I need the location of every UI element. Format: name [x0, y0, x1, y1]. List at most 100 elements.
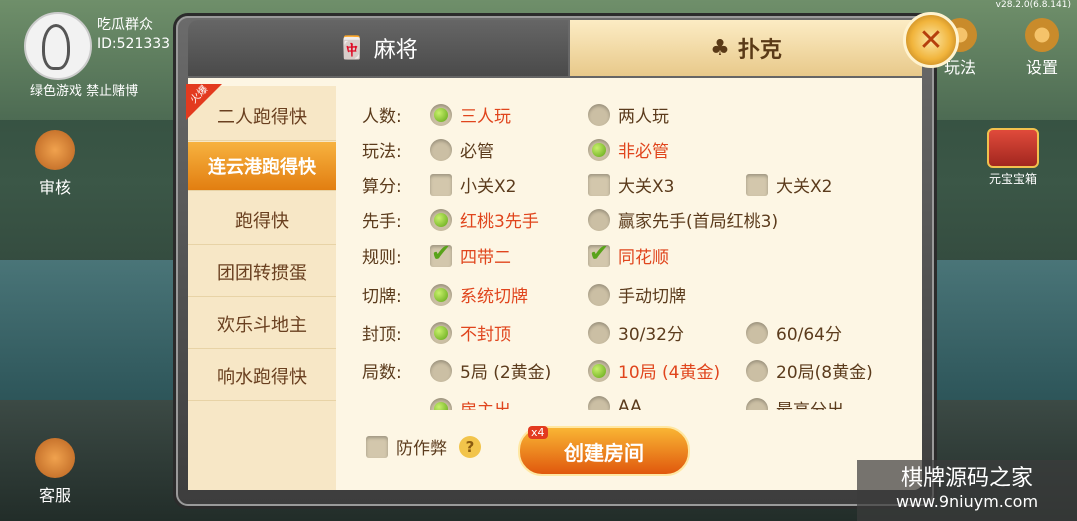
- support-button[interactable]: 客服: [20, 438, 90, 506]
- option-radio[interactable]: [746, 397, 768, 410]
- support-icon: [35, 438, 75, 478]
- option-radio[interactable]: [746, 359, 768, 382]
- option-label: 同花顺: [618, 248, 669, 268]
- rule-option[interactable]: 大关X3: [588, 172, 674, 197]
- rule-option[interactable]: 系统切牌: [430, 282, 528, 307]
- option-checkbox[interactable]: [746, 173, 768, 196]
- option-row-label: 算分:: [362, 176, 402, 197]
- audit-label: 审核: [38, 178, 71, 197]
- option-label: 大关X2: [776, 177, 833, 197]
- option-label: 60/64分: [776, 325, 842, 345]
- option-row-label: 玩法:: [362, 141, 402, 162]
- rule-option[interactable]: 同花顺: [588, 239, 669, 268]
- option-radio[interactable]: [746, 321, 768, 344]
- rule-option[interactable]: AA: [588, 396, 642, 410]
- option-radio[interactable]: [430, 283, 452, 306]
- rule-option[interactable]: 非必管: [588, 137, 669, 162]
- rule-option[interactable]: 红桃3先手: [430, 207, 539, 232]
- option-label: 20局(8黄金): [776, 363, 873, 383]
- treasure-label: 元宝宝箱: [988, 172, 1037, 186]
- rule-option[interactable]: 两人玩: [588, 102, 669, 127]
- rule-option[interactable]: 5局 (2黄金): [430, 358, 551, 383]
- rule-option[interactable]: 房主出: [430, 396, 511, 410]
- option-radio[interactable]: [430, 321, 452, 344]
- rule-option[interactable]: 10局 (4黄金): [588, 358, 720, 383]
- rule-option[interactable]: 最高分出: [746, 396, 844, 410]
- option-radio[interactable]: [588, 138, 610, 161]
- treasure-chest-icon: [987, 128, 1039, 168]
- option-label: 小关X2: [460, 177, 517, 197]
- treasure-chest-button[interactable]: 元宝宝箱: [982, 128, 1044, 187]
- rule-option[interactable]: 不封顶: [430, 320, 511, 345]
- rule-option[interactable]: 大关X2: [746, 172, 832, 197]
- anti-cheat-option[interactable]: 防作弊 ?: [366, 434, 481, 459]
- option-label: AA: [618, 397, 642, 410]
- game-list: 二人跑得快 连云港跑得快 跑得快 团团转掼蛋 欢乐斗地主 响水跑得快: [188, 86, 336, 490]
- option-checkbox[interactable]: [588, 239, 610, 267]
- rule-option[interactable]: 60/64分: [746, 320, 842, 345]
- player-name: 吃瓜群众: [97, 17, 153, 33]
- tab-mahjong[interactable]: 🀄 麻将: [188, 20, 568, 76]
- option-radio[interactable]: [430, 208, 452, 231]
- tab-poker[interactable]: ♣ 扑克: [570, 20, 922, 76]
- option-radio[interactable]: [430, 138, 452, 161]
- slogan: 绿色游戏 禁止赌博: [30, 84, 139, 99]
- option-label: 手动切牌: [618, 287, 686, 307]
- club-icon: ♣: [710, 35, 730, 61]
- option-radio[interactable]: [588, 396, 610, 410]
- watermark-title: 棋牌源码之家: [900, 466, 1033, 491]
- option-label: 赢家先手(首局红桃3): [618, 212, 779, 232]
- game-item-lianyungang[interactable]: 连云港跑得快: [188, 142, 336, 191]
- mahjong-icon: 🀄: [338, 35, 366, 61]
- option-label: 10局 (4黄金): [618, 363, 721, 383]
- rule-option[interactable]: 20局(8黄金): [746, 358, 873, 383]
- settings-button[interactable]: 设置: [1013, 18, 1071, 78]
- rule-option[interactable]: 小关X2: [430, 172, 516, 197]
- game-item-label: 跑得快: [235, 211, 289, 232]
- option-label: 两人玩: [618, 107, 669, 127]
- rule-option[interactable]: 三人玩: [430, 102, 511, 127]
- option-label: 最高分出: [776, 396, 844, 410]
- option-radio[interactable]: [588, 321, 610, 344]
- option-label: 系统切牌: [460, 287, 528, 307]
- watermark-url: www.9niuym.com: [895, 492, 1039, 511]
- option-label: 三人玩: [460, 107, 511, 127]
- game-item-label: 连云港跑得快: [208, 157, 316, 178]
- option-radio[interactable]: [588, 208, 610, 231]
- option-row-label: 切牌:: [362, 286, 402, 307]
- option-label: 30/32分: [618, 325, 684, 345]
- game-item-label: 响水跑得快: [217, 367, 307, 388]
- help-icon[interactable]: ?: [459, 435, 481, 458]
- option-row-label: 封顶:: [362, 324, 402, 345]
- option-radio[interactable]: [588, 283, 610, 306]
- option-label: 非必管: [618, 142, 669, 162]
- game-item-label: 二人跑得快: [217, 107, 307, 128]
- tab-mahjong-label: 麻将: [373, 38, 418, 63]
- option-label: 5局 (2黄金): [460, 363, 552, 383]
- anti-cheat-label: 防作弊: [396, 439, 447, 459]
- settings-label: 设置: [1025, 58, 1058, 77]
- audit-button[interactable]: 审核: [20, 130, 90, 198]
- game-item-xiangshui[interactable]: 响水跑得快: [188, 352, 336, 401]
- tab-poker-label: 扑克: [737, 38, 782, 63]
- rule-option[interactable]: 30/32分: [588, 320, 684, 345]
- game-item-paodekuai[interactable]: 跑得快: [188, 196, 336, 245]
- option-checkbox[interactable]: [588, 173, 610, 196]
- option-radio[interactable]: [588, 359, 610, 382]
- anti-cheat-checkbox[interactable]: [366, 435, 388, 458]
- option-radio[interactable]: [588, 103, 610, 126]
- option-label: 大关X3: [618, 177, 675, 197]
- rule-option[interactable]: 手动切牌: [588, 282, 686, 307]
- option-checkbox[interactable]: [430, 239, 452, 267]
- close-button[interactable]: ✕: [903, 12, 959, 68]
- option-radio[interactable]: [430, 359, 452, 382]
- avatar[interactable]: [24, 12, 92, 80]
- option-radio[interactable]: [430, 397, 452, 410]
- rule-option[interactable]: 赢家先手(首局红桃3): [588, 207, 778, 232]
- rule-option[interactable]: 必管: [430, 137, 494, 162]
- option-radio[interactable]: [430, 103, 452, 126]
- rule-option[interactable]: 四带二: [430, 239, 511, 268]
- game-item-guandan[interactable]: 团团转掼蛋: [188, 248, 336, 297]
- option-checkbox[interactable]: [430, 173, 452, 196]
- game-item-doudizhu[interactable]: 欢乐斗地主: [188, 300, 336, 349]
